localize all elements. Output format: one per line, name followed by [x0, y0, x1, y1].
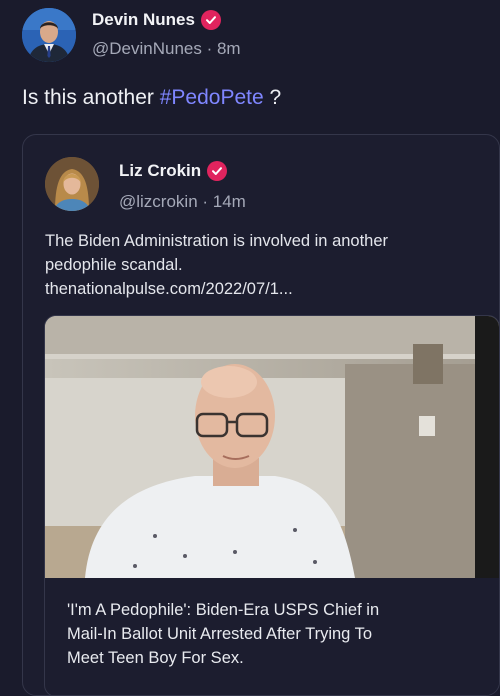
post-text-suffix: ? [263, 86, 282, 109]
quote-avatar[interactable] [45, 157, 99, 211]
link-preview-title[interactable]: 'I'm A Pedophile': Biden-Era USPS Chief … [67, 598, 487, 670]
card-title-line: Meet Teen Boy For Sex. [67, 649, 244, 667]
hashtag-link[interactable]: #PedoPete [160, 86, 264, 109]
quote-text-line: The Biden Administration is involved in … [45, 232, 389, 250]
quoted-post[interactable]: Liz Crokin @lizcrokin · 14m The Biden Ad… [22, 134, 500, 696]
post-text-prefix: Is this another [22, 86, 160, 109]
author-name[interactable]: Devin Nunes [92, 10, 221, 30]
link-preview-image[interactable] [45, 316, 499, 578]
avatar[interactable] [22, 8, 76, 62]
verified-badge-icon [200, 10, 221, 30]
author-name-text[interactable]: Devin Nunes [92, 10, 195, 30]
quote-text-line: pedophile scandal. [45, 256, 183, 274]
quote-author-handle-time[interactable]: @lizcrokin · 14m [119, 192, 246, 212]
post: Devin Nunes @DevinNunes · 8m Is this ano… [0, 0, 500, 696]
author-handle-time[interactable]: @DevinNunes · 8m [92, 39, 241, 59]
quote-text: The Biden Administration is involved in … [45, 229, 475, 301]
quote-link[interactable]: thenationalpulse.com/2022/07/1... [45, 277, 475, 301]
card-title-line: 'I'm A Pedophile': Biden-Era USPS Chief … [67, 601, 380, 619]
quote-author-name-text[interactable]: Liz Crokin [119, 161, 201, 181]
post-text: Is this another #PedoPete ? [22, 86, 281, 110]
quote-author-name[interactable]: Liz Crokin [119, 161, 228, 181]
link-preview-card[interactable]: 'I'm A Pedophile': Biden-Era USPS Chief … [44, 315, 499, 695]
verified-badge-icon [207, 161, 228, 181]
card-title-line: Mail-In Ballot Unit Arrested After Tryin… [67, 625, 373, 643]
